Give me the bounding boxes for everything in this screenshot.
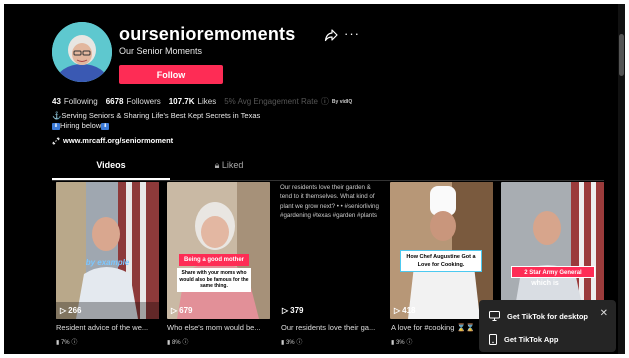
video-thumbnail (167, 182, 270, 319)
video-thumbnail (56, 182, 159, 319)
view-count-value: 379 (290, 306, 304, 315)
following-count: 43 (52, 97, 61, 106)
close-icon[interactable]: ✕ (600, 308, 608, 319)
phone-icon (489, 334, 497, 345)
profile-username: oursenioremoments (119, 24, 296, 44)
video-caption[interactable]: Who else's mom would be... (167, 323, 270, 332)
avatar-image (52, 22, 112, 82)
vidiq-credit: By vidIQ (331, 98, 353, 105)
video-thumbnail (501, 182, 604, 319)
profile-nickname: Our Senior Moments (119, 46, 203, 56)
view-count-value: 679 (179, 306, 193, 315)
video-engagement: ▮ 7% ⓘ (56, 337, 77, 346)
bio-line-2-text: Hiring below (60, 121, 102, 130)
view-count-value: 266 (68, 306, 82, 315)
view-count: ▷ 266 (60, 306, 82, 315)
video-engagement-value: 3% (285, 340, 295, 346)
view-count: ▷ 679 (171, 306, 193, 315)
video-overlay-text: Share with your moms who would also be f… (177, 268, 251, 292)
play-icon: ▷ (282, 306, 289, 315)
bio-line-2: ⬇ Hiring below ⬇ (52, 121, 110, 130)
profile-stats: 43 Following 6678 Followers 107.7K Likes… (52, 96, 352, 107)
down-arrow-icon: ⬇ (101, 122, 110, 130)
view-count: ▷ 418 (394, 306, 416, 315)
video-overlay-title: 2 Star Army General (511, 266, 595, 278)
video-caption[interactable]: Resident advice of the we... (56, 323, 159, 332)
get-app-label: Get TikTok App (504, 335, 559, 344)
monitor-icon (489, 311, 500, 321)
view-count-value: 418 (402, 306, 416, 315)
video-card[interactable]: by example ▷ 266 (56, 182, 159, 319)
video-engagement: ▮ 8% ⓘ (167, 337, 188, 346)
scrollbar[interactable] (618, 4, 625, 354)
profile-link-text[interactable]: www.mrcaff.org/seniormoment (63, 136, 173, 145)
info-icon[interactable]: ⓘ (321, 96, 329, 107)
get-desktop-label: Get TikTok for desktop (507, 311, 588, 321)
bio-line-1: ⚓Serving Seniors & Sharing Life's Best K… (52, 111, 261, 120)
get-desktop-button[interactable]: Get TikTok for desktop (489, 311, 588, 321)
video-card[interactable]: 2 Star Army General which is (501, 182, 604, 319)
broken-image-alt-text: Our residents love their garden & tend t… (280, 184, 379, 220)
video-overlay-text: which is (531, 280, 559, 287)
get-app-button[interactable]: Get TikTok App (489, 334, 558, 345)
tab-liked-label: Liked (221, 160, 244, 170)
video-card[interactable]: Being a good mother Share with your moms… (167, 182, 270, 319)
video-engagement-value: 3% (395, 340, 405, 346)
play-icon: ▷ (60, 306, 67, 315)
info-icon: ⓘ (296, 340, 303, 346)
video-caption[interactable]: Our residents love their ga... (281, 323, 384, 332)
video-card[interactable]: How Chef Augustine Got a Love for Cookin… (390, 182, 493, 319)
video-engagement-value: 7% (60, 340, 70, 346)
info-icon: ⓘ (71, 340, 78, 346)
follow-button[interactable]: Follow (119, 65, 223, 84)
more-options-icon[interactable]: ··· (344, 27, 360, 41)
view-count: ▷ 379 (282, 306, 304, 315)
down-arrow-icon: ⬇ (52, 122, 60, 130)
video-overlay-title: Being a good mother (179, 254, 249, 266)
engagement-rate: 5% Avg Engagement Rate (224, 97, 318, 106)
video-engagement-value: 8% (171, 340, 181, 346)
link-icon (52, 136, 60, 145)
video-engagement: ▮ 3% ⓘ (281, 337, 302, 346)
tab-videos[interactable]: Videos (52, 160, 170, 178)
avatar[interactable] (52, 22, 112, 82)
get-app-popup: Get TikTok for desktop ✕ Get TikTok App (479, 300, 616, 352)
followers-label[interactable]: Followers (127, 97, 161, 106)
video-overlay-text: How Chef Augustine Got a Love for Cookin… (400, 250, 482, 272)
scrollbar-thumb[interactable] (619, 34, 624, 76)
info-icon: ⓘ (406, 340, 413, 346)
info-icon: ⓘ (182, 340, 189, 346)
likes-label: Likes (197, 97, 217, 106)
video-engagement: ▮ 3% ⓘ (391, 337, 412, 346)
tabs-divider (52, 180, 604, 181)
followers-count: 6678 (105, 97, 124, 106)
play-icon: ▷ (394, 306, 401, 315)
play-icon: ▷ (171, 306, 178, 315)
following-label[interactable]: Following (64, 97, 98, 106)
video-card[interactable]: Our residents love their garden & tend t… (278, 182, 381, 319)
likes-count: 107.7K (168, 97, 195, 106)
video-overlay-text: by example (85, 258, 130, 267)
lock-icon: 🔒︎ (214, 160, 222, 170)
tab-liked[interactable]: 🔒︎ Liked (170, 160, 288, 178)
share-icon[interactable] (324, 28, 338, 42)
profile-link[interactable]: www.mrcaff.org/seniormoment (52, 136, 173, 145)
